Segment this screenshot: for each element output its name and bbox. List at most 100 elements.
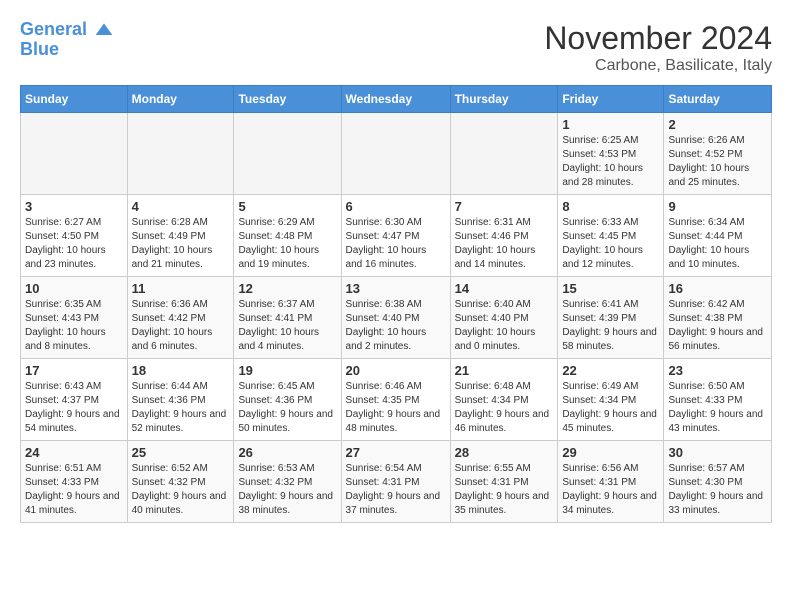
day-info: Sunrise: 6:28 AM Sunset: 4:49 PM Dayligh…: [132, 216, 230, 272]
day-info: Sunrise: 6:49 AM Sunset: 4:34 PM Dayligh…: [562, 380, 659, 436]
day-info: Sunrise: 6:36 AM Sunset: 4:42 PM Dayligh…: [132, 298, 230, 354]
day-number: 28: [455, 445, 554, 460]
day-info: Sunrise: 6:53 AM Sunset: 4:32 PM Dayligh…: [238, 462, 336, 518]
calendar-cell: 29Sunrise: 6:56 AM Sunset: 4:31 PM Dayli…: [558, 441, 664, 523]
column-header-monday: Monday: [127, 86, 234, 113]
day-info: Sunrise: 6:46 AM Sunset: 4:35 PM Dayligh…: [346, 380, 446, 436]
week-row-3: 10 Sunrise: 6:35 AM Sunset: 4:43 PM Dayli…: [21, 277, 772, 359]
calendar-cell: [127, 113, 234, 195]
day-info: Sunrise: 6:25 AM Sunset: 4:53 PM Dayligh…: [562, 134, 659, 190]
calendar-cell: 14 Sunrise: 6:40 AM Sunset: 4:40 PM Dayli…: [450, 277, 558, 359]
calendar-cell: 26Sunrise: 6:53 AM Sunset: 4:32 PM Dayli…: [234, 441, 341, 523]
calendar-cell: 3Sunrise: 6:27 AM Sunset: 4:50 PM Daylig…: [21, 195, 128, 277]
day-info: Sunrise: 6:40 AM Sunset: 4:40 PM Dayligh…: [455, 298, 554, 354]
calendar-cell: 11 Sunrise: 6:36 AM Sunset: 4:42 PM Dayli…: [127, 277, 234, 359]
day-number: 6: [346, 199, 446, 214]
day-info: Sunrise: 6:50 AM Sunset: 4:33 PM Dayligh…: [668, 380, 767, 436]
day-number: 30: [668, 445, 767, 460]
day-number: 19: [238, 363, 336, 378]
day-info: Sunrise: 6:48 AM Sunset: 4:34 PM Dayligh…: [455, 380, 554, 436]
week-row-1: 1Sunrise: 6:25 AM Sunset: 4:53 PM Daylig…: [21, 113, 772, 195]
calendar-cell: 10 Sunrise: 6:35 AM Sunset: 4:43 PM Dayli…: [21, 277, 128, 359]
day-number: 7: [455, 199, 554, 214]
calendar-cell: [450, 113, 558, 195]
day-info: Sunrise: 6:45 AM Sunset: 4:36 PM Dayligh…: [238, 380, 336, 436]
column-header-sunday: Sunday: [21, 86, 128, 113]
month-title: November 2024: [544, 20, 772, 57]
calendar-cell: [341, 113, 450, 195]
day-number: 18: [132, 363, 230, 378]
calendar-table: SundayMondayTuesdayWednesdayThursdayFrid…: [20, 85, 772, 523]
day-info: Sunrise: 6:51 AM Sunset: 4:33 PM Dayligh…: [25, 462, 123, 518]
day-number: 2: [668, 117, 767, 132]
calendar-cell: [234, 113, 341, 195]
calendar-header-row: SundayMondayTuesdayWednesdayThursdayFrid…: [21, 86, 772, 113]
title-block: November 2024 Carbone, Basilicate, Italy: [544, 20, 772, 75]
day-number: 16: [668, 281, 767, 296]
calendar-cell: 6 Sunrise: 6:30 AM Sunset: 4:47 PM Daylig…: [341, 195, 450, 277]
calendar-cell: [21, 113, 128, 195]
location: Carbone, Basilicate, Italy: [544, 57, 772, 75]
day-info: Sunrise: 6:54 AM Sunset: 4:31 PM Dayligh…: [346, 462, 446, 518]
day-number: 4: [132, 199, 230, 214]
column-header-tuesday: Tuesday: [234, 86, 341, 113]
day-number: 5: [238, 199, 336, 214]
calendar-cell: 30 Sunrise: 6:57 AM Sunset: 4:30 PM Dayli…: [664, 441, 772, 523]
day-number: 27: [346, 445, 446, 460]
day-number: 8: [562, 199, 659, 214]
day-number: 23: [668, 363, 767, 378]
column-header-friday: Friday: [558, 86, 664, 113]
day-number: 12: [238, 281, 336, 296]
calendar-cell: 2 Sunrise: 6:26 AM Sunset: 4:52 PM Daylig…: [664, 113, 772, 195]
day-info: Sunrise: 6:41 AM Sunset: 4:39 PM Dayligh…: [562, 298, 659, 354]
calendar-cell: 19 Sunrise: 6:45 AM Sunset: 4:36 PM Dayli…: [234, 359, 341, 441]
day-info: Sunrise: 6:26 AM Sunset: 4:52 PM Dayligh…: [668, 134, 767, 190]
day-number: 9: [668, 199, 767, 214]
calendar-body: 1Sunrise: 6:25 AM Sunset: 4:53 PM Daylig…: [21, 113, 772, 523]
calendar-cell: 15 Sunrise: 6:41 AM Sunset: 4:39 PM Dayli…: [558, 277, 664, 359]
day-info: Sunrise: 6:38 AM Sunset: 4:40 PM Dayligh…: [346, 298, 446, 354]
day-number: 29: [562, 445, 659, 460]
day-info: Sunrise: 6:35 AM Sunset: 4:43 PM Dayligh…: [25, 298, 123, 354]
day-number: 10: [25, 281, 123, 296]
day-info: Sunrise: 6:52 AM Sunset: 4:32 PM Dayligh…: [132, 462, 230, 518]
column-header-thursday: Thursday: [450, 86, 558, 113]
logo-text: General Blue: [20, 20, 114, 60]
column-header-wednesday: Wednesday: [341, 86, 450, 113]
day-info: Sunrise: 6:55 AM Sunset: 4:31 PM Dayligh…: [455, 462, 554, 518]
calendar-cell: 5 Sunrise: 6:29 AM Sunset: 4:48 PM Daylig…: [234, 195, 341, 277]
day-info: Sunrise: 6:44 AM Sunset: 4:36 PM Dayligh…: [132, 380, 230, 436]
calendar-cell: 28 Sunrise: 6:55 AM Sunset: 4:31 PM Dayli…: [450, 441, 558, 523]
day-number: 3: [25, 199, 123, 214]
calendar-cell: 12 Sunrise: 6:37 AM Sunset: 4:41 PM Dayli…: [234, 277, 341, 359]
calendar-cell: 24 Sunrise: 6:51 AM Sunset: 4:33 PM Dayli…: [21, 441, 128, 523]
day-info: Sunrise: 6:30 AM Sunset: 4:47 PM Dayligh…: [346, 216, 446, 272]
day-number: 11: [132, 281, 230, 296]
calendar-cell: 7Sunrise: 6:31 AM Sunset: 4:46 PM Daylig…: [450, 195, 558, 277]
week-row-5: 24 Sunrise: 6:51 AM Sunset: 4:33 PM Dayli…: [21, 441, 772, 523]
day-info: Sunrise: 6:37 AM Sunset: 4:41 PM Dayligh…: [238, 298, 336, 354]
day-info: Sunrise: 6:33 AM Sunset: 4:45 PM Dayligh…: [562, 216, 659, 272]
calendar-cell: 20 Sunrise: 6:46 AM Sunset: 4:35 PM Dayli…: [341, 359, 450, 441]
day-number: 20: [346, 363, 446, 378]
calendar-cell: 9Sunrise: 6:34 AM Sunset: 4:44 PM Daylig…: [664, 195, 772, 277]
day-number: 15: [562, 281, 659, 296]
calendar-cell: 22 Sunrise: 6:49 AM Sunset: 4:34 PM Dayli…: [558, 359, 664, 441]
day-info: Sunrise: 6:42 AM Sunset: 4:38 PM Dayligh…: [668, 298, 767, 354]
day-info: Sunrise: 6:43 AM Sunset: 4:37 PM Dayligh…: [25, 380, 123, 436]
day-info: Sunrise: 6:29 AM Sunset: 4:48 PM Dayligh…: [238, 216, 336, 272]
calendar-cell: 17Sunrise: 6:43 AM Sunset: 4:37 PM Dayli…: [21, 359, 128, 441]
column-header-saturday: Saturday: [664, 86, 772, 113]
day-number: 14: [455, 281, 554, 296]
day-number: 13: [346, 281, 446, 296]
calendar-cell: 21Sunrise: 6:48 AM Sunset: 4:34 PM Dayli…: [450, 359, 558, 441]
calendar-cell: 25Sunrise: 6:52 AM Sunset: 4:32 PM Dayli…: [127, 441, 234, 523]
calendar-cell: 18 Sunrise: 6:44 AM Sunset: 4:36 PM Dayli…: [127, 359, 234, 441]
day-number: 24: [25, 445, 123, 460]
day-number: 22: [562, 363, 659, 378]
calendar-cell: 27 Sunrise: 6:54 AM Sunset: 4:31 PM Dayli…: [341, 441, 450, 523]
day-info: Sunrise: 6:57 AM Sunset: 4:30 PM Dayligh…: [668, 462, 767, 518]
calendar-cell: 13 Sunrise: 6:38 AM Sunset: 4:40 PM Dayli…: [341, 277, 450, 359]
calendar-cell: 16 Sunrise: 6:42 AM Sunset: 4:38 PM Dayli…: [664, 277, 772, 359]
week-row-4: 17Sunrise: 6:43 AM Sunset: 4:37 PM Dayli…: [21, 359, 772, 441]
